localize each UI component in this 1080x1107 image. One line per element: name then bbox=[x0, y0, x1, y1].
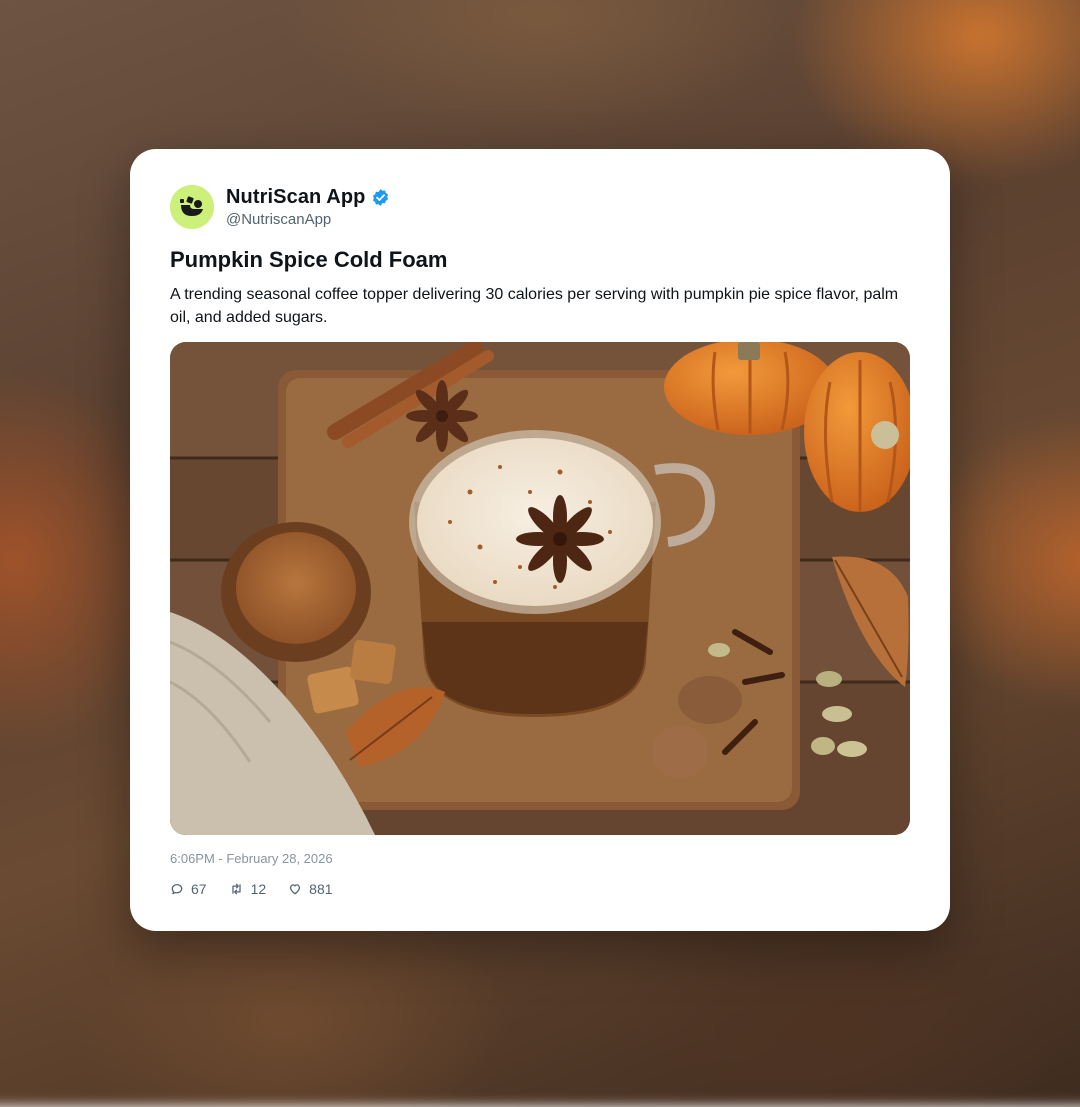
nutriscan-logo-icon bbox=[170, 185, 214, 229]
engagement-bar: 67 12 881 bbox=[170, 881, 355, 897]
timestamp[interactable]: 6:06PM - February 28, 2026 bbox=[170, 851, 333, 866]
pumpkin-spice-latte-photo bbox=[170, 342, 910, 835]
comment-icon bbox=[170, 882, 184, 896]
reply-button[interactable]: 67 bbox=[170, 881, 207, 897]
post-header: NutriScan App @NutriscanApp bbox=[170, 185, 870, 231]
reply-count: 67 bbox=[191, 881, 207, 897]
post-card: NutriScan App @NutriscanApp Pumpkin Spic… bbox=[130, 149, 950, 931]
like-count: 881 bbox=[309, 881, 333, 897]
post-body: A trending seasonal coffee topper delive… bbox=[170, 286, 899, 326]
name-row: NutriScan App bbox=[226, 186, 390, 209]
like-button[interactable]: 881 bbox=[288, 881, 333, 897]
repost-icon bbox=[229, 882, 244, 896]
post-image[interactable] bbox=[170, 342, 910, 835]
avatar[interactable] bbox=[170, 185, 214, 229]
display-name[interactable]: NutriScan App bbox=[226, 186, 365, 209]
heart-icon bbox=[288, 882, 302, 896]
post-title: Pumpkin Spice Cold Foam bbox=[170, 247, 448, 272]
handle[interactable]: @NutriscanApp bbox=[226, 211, 331, 228]
verified-badge-icon bbox=[371, 188, 390, 207]
repost-count: 12 bbox=[250, 881, 267, 897]
repost-button[interactable]: 12 bbox=[229, 881, 267, 897]
